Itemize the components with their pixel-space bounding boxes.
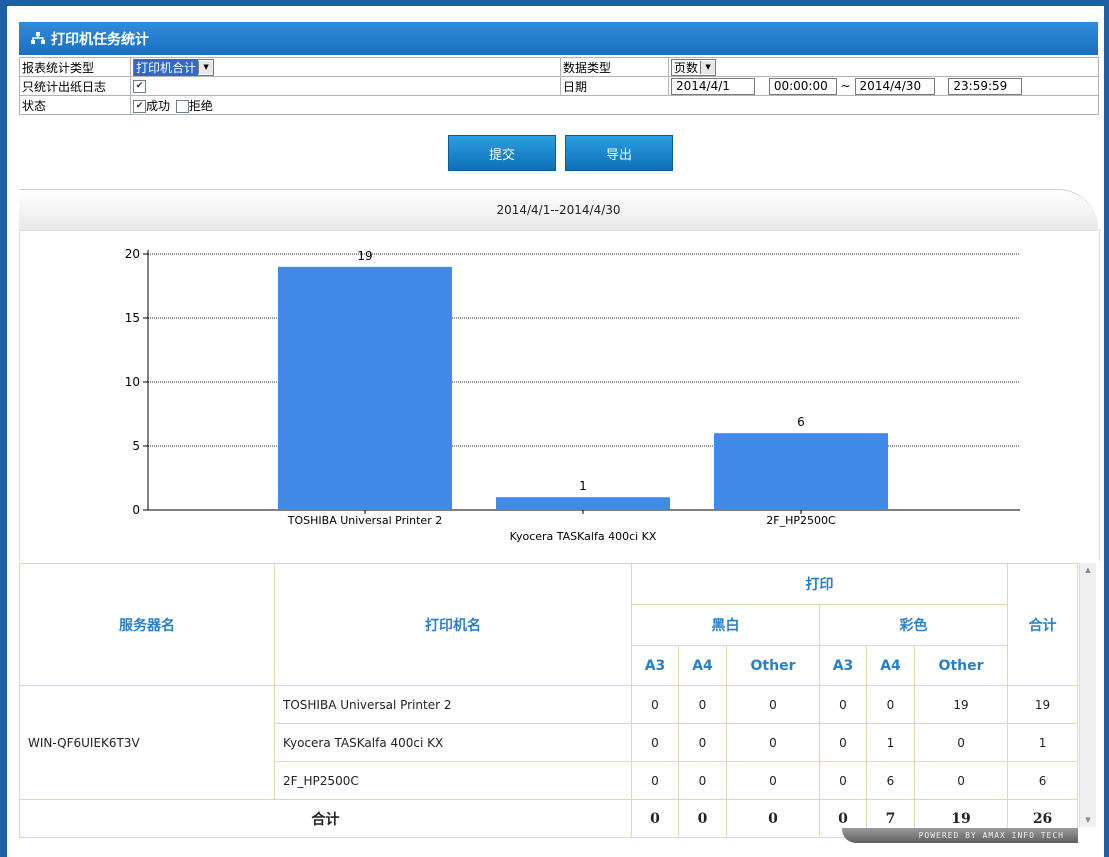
- cell: 6: [1007, 761, 1079, 800]
- bar: [278, 266, 452, 510]
- page-title: 打印机任务统计: [51, 31, 149, 48]
- cell: 0: [726, 685, 820, 724]
- y-tick-label: 0: [132, 503, 140, 517]
- cell: 19: [1007, 685, 1079, 724]
- data-type-label: 数据类型: [560, 57, 669, 77]
- filter-form: 报表统计类型 打印机合计 ▼ 数据类型 页数 ▼ 只统计出纸日志 ✔ 日期 20…: [19, 57, 1099, 115]
- total-cell: 0: [726, 799, 820, 838]
- header-total: 合计: [1007, 563, 1079, 686]
- chevron-down-icon[interactable]: ▼: [700, 60, 716, 74]
- window-frame-top: [0, 0, 1109, 6]
- cell: 6: [866, 761, 915, 800]
- cell: 0: [819, 723, 867, 762]
- bar-value-label: 19: [357, 249, 372, 263]
- bar-value-label: 1: [579, 479, 587, 493]
- status-reject-checkbox[interactable]: [175, 99, 189, 113]
- cell: 0: [726, 761, 820, 800]
- report-type-select[interactable]: 打印机合计 ▼: [133, 58, 215, 76]
- submit-button[interactable]: 提交: [448, 135, 556, 171]
- table-scrollbar[interactable]: ▲ ▼: [1079, 563, 1096, 827]
- table-row: WIN-QF6UIEK6T3V TOSHIBA Universal Printe…: [19, 685, 1079, 800]
- cell: 0: [913, 723, 1009, 762]
- cell: 0: [726, 723, 820, 762]
- header-printer: 打印机名: [274, 563, 632, 686]
- bar: [496, 497, 670, 510]
- stats-table: 服务器名 打印机名 打印 合计 黑白 彩色 A3 A4 Other A3 A4 …: [19, 563, 1079, 838]
- status-success-label: 成功: [146, 98, 171, 113]
- time-to-input[interactable]: 23:59:59: [948, 77, 1023, 95]
- cell: 0: [678, 685, 727, 724]
- cell: 19: [913, 685, 1009, 724]
- header-server: 服务器名: [19, 563, 275, 686]
- date-to-input[interactable]: 2014/4/30: [854, 77, 935, 95]
- y-tick-label: 10: [125, 375, 140, 389]
- header-bw: 黑白: [631, 604, 820, 646]
- header-color-a3: A3: [819, 645, 867, 686]
- y-tick-label: 5: [132, 439, 140, 453]
- x-tick-label: Kyocera TASKalfa 400ci KX: [510, 530, 657, 543]
- x-tick-label: 2F_HP2500C: [766, 514, 836, 527]
- chart-date-range: 2014/4/1--2014/4/30: [19, 189, 1098, 231]
- panel-title-bar: 打印机任务统计: [19, 22, 1098, 55]
- date-from-input[interactable]: 2014/4/1: [671, 77, 755, 95]
- total-cell: 0: [678, 799, 727, 838]
- x-tick-label: TOSHIBA Universal Printer 2: [287, 514, 442, 527]
- y-tick-label: 15: [125, 311, 140, 325]
- total-label: 合计: [19, 799, 632, 838]
- date-range-separator: ~: [840, 78, 851, 93]
- bar-chart: 0 5 10 15 20 19 TOSHIBA Universal Printer 2 1 Ky…: [125, 247, 1020, 543]
- window-frame-right: [1104, 0, 1109, 857]
- status-label: 状态: [19, 95, 131, 115]
- header-color-a4: A4: [866, 645, 915, 686]
- printer-name: 2F_HP2500C: [274, 761, 632, 800]
- server-name: WIN-QF6UIEK6T3V: [19, 685, 275, 800]
- header-bw-other: Other: [726, 645, 820, 686]
- time-from-input[interactable]: 00:00:00: [768, 77, 837, 95]
- cell: 0: [819, 685, 867, 724]
- scroll-down-icon[interactable]: ▼: [1080, 813, 1096, 827]
- header-bw-a3: A3: [631, 645, 679, 686]
- bar: [714, 433, 888, 510]
- data-type-select[interactable]: 页数 ▼: [671, 58, 717, 76]
- status-reject-label: 拒绝: [188, 98, 213, 113]
- cell: 1: [1007, 723, 1079, 762]
- cell: 0: [913, 761, 1009, 800]
- cell: 0: [631, 723, 679, 762]
- chevron-down-icon[interactable]: ▼: [198, 60, 214, 74]
- header-print: 打印: [630, 563, 1009, 605]
- footer-brand: POWERED BY AMAX INFO TECH: [842, 828, 1078, 843]
- cell: 0: [866, 685, 915, 724]
- window-frame-left: [0, 0, 7, 857]
- cell: 0: [678, 761, 727, 800]
- cell: 0: [631, 761, 679, 800]
- output-only-label: 只统计出纸日志: [19, 76, 131, 96]
- cell: 0: [678, 723, 727, 762]
- total-cell: 0: [631, 799, 679, 838]
- cell: 1: [866, 723, 915, 762]
- y-tick-label: 20: [125, 247, 140, 261]
- bar-value-label: 6: [797, 415, 805, 429]
- date-label: 日期: [560, 76, 669, 96]
- data-type-value: 页数: [674, 60, 699, 75]
- report-type-value: 打印机合计: [134, 58, 199, 76]
- sitemap-icon: [31, 32, 45, 45]
- output-only-checkbox[interactable]: ✔: [133, 80, 146, 93]
- header-bw-a4: A4: [678, 645, 727, 686]
- export-button[interactable]: 导出: [565, 135, 673, 171]
- status-success-checkbox[interactable]: ✔: [133, 99, 146, 113]
- header-color-other: Other: [913, 645, 1009, 686]
- cell: 0: [631, 685, 679, 724]
- printer-name: TOSHIBA Universal Printer 2: [274, 685, 632, 724]
- scroll-up-icon[interactable]: ▲: [1080, 563, 1096, 577]
- report-type-label: 报表统计类型: [19, 57, 131, 77]
- chart-area: 0 5 10 15 20 19 TOSHIBA Universal Printer 2 1 Ky…: [19, 229, 1100, 561]
- printer-name: Kyocera TASKalfa 400ci KX: [274, 723, 632, 762]
- header-color: 彩色: [818, 604, 1009, 646]
- cell: 0: [819, 761, 867, 800]
